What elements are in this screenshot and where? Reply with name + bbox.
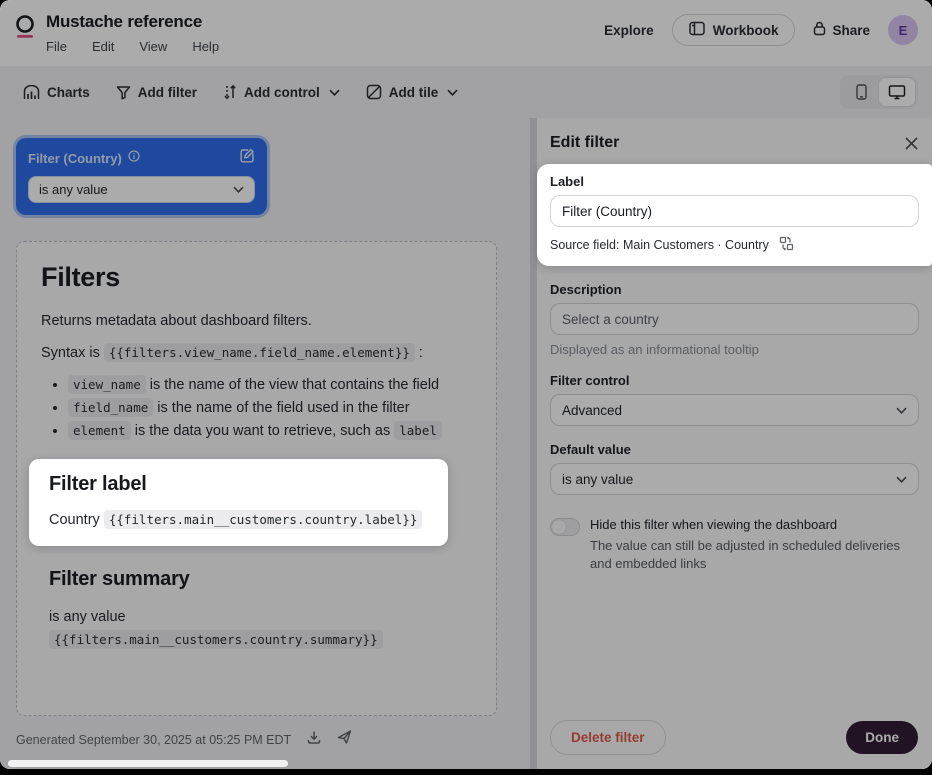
add-tile-label: Add tile	[389, 85, 439, 100]
dashboard-canvas: Filter (Country)	[0, 118, 530, 769]
filter-summary-example: {{filters.main__customers.country.summar…	[49, 631, 472, 649]
menu-help[interactable]: Help	[192, 39, 219, 54]
doc-intro: Returns metadata about dashboard filters…	[41, 313, 472, 329]
doc-heading-filter-label: Filter label	[49, 473, 428, 496]
chevron-down-icon	[329, 89, 340, 96]
add-filter-button[interactable]: Add filter	[107, 78, 206, 107]
info-icon[interactable]	[128, 149, 140, 167]
add-control-button[interactable]: Add control	[214, 77, 349, 107]
share-button[interactable]: Share	[813, 21, 870, 39]
doc-heading-filters: Filters	[41, 262, 472, 293]
filter-card-label: Filter (Country)	[28, 151, 122, 166]
description-label: Description	[550, 282, 919, 297]
swap-field-icon[interactable]	[779, 236, 794, 254]
filter-label-section-highlight: Filter label Country {{filters.main__cus…	[29, 459, 448, 546]
avatar[interactable]: E	[888, 15, 918, 45]
add-tile-button[interactable]: Add tile	[357, 77, 468, 107]
default-value-value: is any value	[562, 472, 633, 487]
filter-control-select[interactable]: Advanced	[550, 394, 919, 426]
menu-file[interactable]: File	[46, 39, 67, 54]
description-input[interactable]	[550, 303, 919, 335]
bullet-view-name: view_name is the name of the view that c…	[68, 377, 472, 393]
bullet-field-name: field_name is the name of the field used…	[68, 400, 472, 416]
dashboard-toolbar: Charts Add filter Add co	[0, 66, 932, 118]
charts-icon	[23, 85, 40, 100]
explore-link[interactable]: Explore	[604, 23, 654, 38]
code-chip: {{filters.main__customers.country.summar…	[49, 630, 383, 649]
doc-syntax-line: Syntax is {{filters.view_name.field_name…	[41, 345, 472, 361]
label-field-label: Label	[550, 174, 919, 189]
device-toggle	[840, 75, 918, 109]
lock-icon	[813, 21, 826, 39]
filter-card-value-select[interactable]: is any value	[28, 176, 255, 203]
tile-footer: Generated September 30, 2025 at 05:25 PM…	[16, 730, 352, 749]
charts-label: Charts	[47, 85, 90, 100]
filter-label-example: Country {{filters.main__customers.countr…	[49, 512, 428, 528]
menu-view[interactable]: View	[139, 39, 167, 54]
default-value-select[interactable]: is any value	[550, 463, 919, 495]
filter-summary-section: Filter summary is any value {{filters.ma…	[41, 568, 472, 649]
label-field-highlight: Label Source field: Main Customers · Cou…	[537, 164, 932, 266]
sort-arrows-icon	[223, 84, 237, 100]
desktop-view-button[interactable]	[879, 78, 915, 106]
page-title: Mustache reference	[46, 12, 219, 32]
doc-heading-filter-summary: Filter summary	[49, 568, 472, 591]
default-value-label: Default value	[550, 442, 919, 457]
bullet-element: element is the data you want to retrieve…	[68, 423, 472, 439]
menu-bar: File Edit View Help	[46, 39, 219, 54]
mobile-view-button[interactable]	[843, 78, 879, 106]
code-chip: {{filters.view_name.field_name.element}}	[104, 343, 415, 362]
app-window: Mustache reference File Edit View Help E…	[0, 0, 932, 769]
edit-filter-panel: Edit filter Label Source field: Main Cus…	[537, 118, 932, 769]
workbook-label: Workbook	[713, 23, 779, 38]
menu-edit[interactable]: Edit	[92, 39, 114, 54]
download-icon[interactable]	[307, 730, 321, 749]
omni-logo-icon	[14, 14, 36, 40]
filter-card-value: is any value	[39, 182, 108, 197]
done-button[interactable]: Done	[846, 721, 918, 754]
filter-control-value: Advanced	[562, 403, 622, 418]
close-icon[interactable]	[905, 137, 918, 150]
horizontal-scrollbar[interactable]	[8, 760, 288, 767]
tile-icon	[366, 84, 382, 100]
label-input[interactable]	[550, 195, 919, 227]
source-field-text: Source field: Main Customers · Country	[550, 238, 769, 252]
edit-pencil-icon[interactable]	[240, 148, 255, 168]
doc-bullet-list: view_name is the name of the view that c…	[68, 377, 472, 439]
add-filter-label: Add filter	[138, 85, 197, 100]
filter-funnel-icon	[116, 85, 131, 100]
workbook-button[interactable]: Workbook	[672, 14, 796, 46]
filter-control-label: Filter control	[550, 373, 919, 388]
panel-title: Edit filter	[550, 134, 619, 152]
chevron-down-icon	[447, 89, 458, 96]
app-header: Mustache reference File Edit View Help E…	[0, 0, 932, 66]
description-helper: Displayed as an informational tooltip	[550, 342, 919, 357]
code-chip: {{filters.main__customers.country.label}…	[104, 510, 423, 529]
panel-divider	[530, 118, 537, 769]
delete-filter-button[interactable]: Delete filter	[550, 720, 666, 755]
filter-summary-value: is any value	[49, 609, 472, 625]
filter-card-country[interactable]: Filter (Country)	[16, 138, 267, 215]
workbook-icon	[689, 21, 705, 39]
add-control-label: Add control	[244, 85, 320, 100]
send-icon[interactable]	[337, 730, 352, 749]
hide-filter-subtext: The value can still be adjusted in sched…	[590, 537, 919, 572]
hide-filter-toggle[interactable]	[550, 518, 580, 536]
hide-filter-label: Hide this filter when viewing the dashbo…	[590, 517, 919, 532]
generated-timestamp: Generated September 30, 2025 at 05:25 PM…	[16, 733, 291, 747]
share-label: Share	[832, 23, 870, 38]
charts-button[interactable]: Charts	[14, 78, 99, 107]
document-tile[interactable]: Filters Returns metadata about dashboard…	[16, 241, 497, 716]
